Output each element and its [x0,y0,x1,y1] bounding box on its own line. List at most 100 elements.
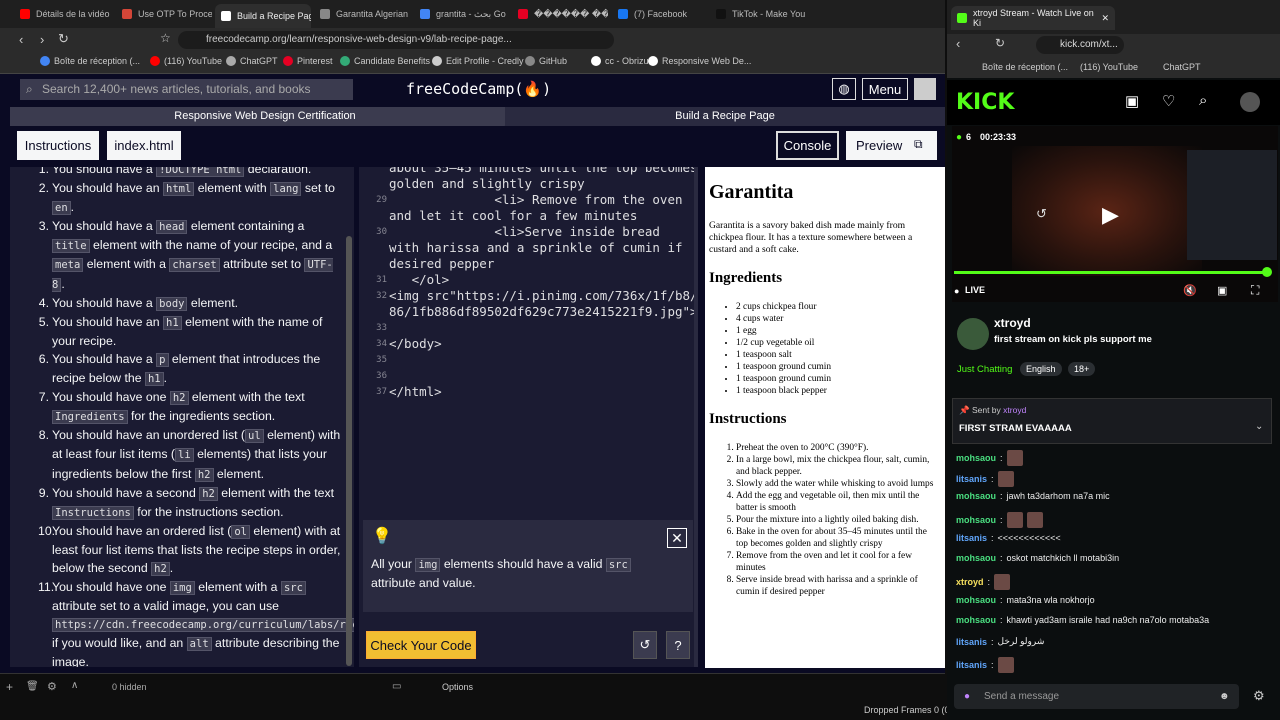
send-message-input[interactable]: ● Send a message ☻ [954,684,1239,709]
rewind-icon[interactable]: ↺ [1036,206,1047,222]
lightbulb-icon: 💡 [372,528,392,545]
right-bookmark-item[interactable]: Boîte de réception (... [982,62,1068,72]
chat-username[interactable]: litsanis [956,660,987,670]
reset-icon[interactable]: ↺ [633,631,657,659]
gear-icon[interactable]: ⚙ [47,680,57,693]
help-icon[interactable]: ? [666,631,690,659]
browser-tab[interactable]: TikTok - Make You [710,4,806,24]
right-reload-icon[interactable]: ↻ [995,36,1005,50]
browser-tab[interactable]: Détails de la vidéo [14,4,112,24]
editor-scrollbar[interactable] [694,167,698,667]
step-text: You should have one [52,390,170,405]
tag-18plus[interactable]: 18+ [1068,362,1096,376]
chat-username[interactable]: mohsaou [956,453,996,463]
chat-username[interactable]: litsanis [956,474,987,484]
up-icon[interactable]: ∧ [71,680,78,691]
instruction-item: In a large bowl, mix the chickpea flour,… [736,454,941,478]
streamer-avatar[interactable] [957,318,989,350]
fcc-search-placeholder: Search 12,400+ news articles, tutorials,… [42,82,311,96]
browser-tab[interactable]: (7) Facebook [612,4,708,24]
reload-icon[interactable]: ↻ [58,31,69,47]
tab-instructions[interactable]: Instructions [17,131,99,160]
theater-icon[interactable]: ▣ [1217,284,1227,297]
bookmark-item[interactable]: ChatGPT [226,56,278,66]
kick-logo[interactable]: KICK [956,90,1014,115]
layout-icon[interactable]: ▭ [392,681,401,692]
stream-title: first stream on kick pls support me [994,334,1152,345]
category-link[interactable]: Just Chatting [957,364,1012,375]
preview-button[interactable]: Preview ⧉ [846,131,937,160]
chat-username[interactable]: litsanis [956,533,987,543]
video-player[interactable]: ● 6 00:23:33 ▶ ↺ ● LIVE 🔇 ▣ ⛶ [952,126,1278,302]
progress-thumb[interactable] [1262,267,1272,277]
chevron-down-icon[interactable]: ⌄ [1255,421,1263,432]
avatar[interactable] [914,78,936,100]
browser-tab[interactable]: Build a Recipe Page [215,4,311,28]
bookmark-item[interactable]: Edit Profile - Credly [432,56,524,66]
browse-icon[interactable]: ▣ [1125,92,1139,110]
tab-index-html[interactable]: index.html [107,131,181,160]
right-back-icon[interactable]: ‹ [956,36,960,51]
options-dropdown[interactable]: Options [442,682,473,692]
bookmark-item[interactable]: (116) YouTube [150,56,222,66]
bookmark-item[interactable]: Candidate Benefits [340,56,430,66]
fcc-search-input[interactable]: ⌕ Search 12,400+ news articles, tutorial… [20,79,353,100]
check-code-button[interactable]: Check Your Code [366,631,476,659]
chat-username[interactable]: xtroyd [956,577,984,587]
fullscreen-icon[interactable]: ⛶ [1251,283,1259,298]
tab-label: grantita - بحث Go [436,8,506,19]
emoji-icon[interactable]: ☻ [1219,684,1230,709]
play-icon[interactable]: ▶ [1102,202,1119,228]
add-icon[interactable]: + [6,680,13,694]
breadcrumb-cert[interactable]: Responsive Web Design Certification [10,107,520,126]
heart-icon[interactable]: ♡ [1162,92,1175,110]
chat-settings-icon[interactable]: ⚙ [1253,688,1265,704]
step-code: en [52,201,71,216]
bookmark-item[interactable]: GitHub [525,56,567,66]
chat-username[interactable]: mohsaou [956,595,996,605]
step-code: Instructions [52,505,134,520]
search-icon-kick[interactable]: ⌕ [1199,92,1207,109]
close-tab-icon[interactable]: ✕ [1101,13,1109,24]
step-code: h1 [144,372,164,387]
bookmark-item[interactable]: Pinterest [283,56,333,66]
chat-colon: : [991,533,994,543]
chat-username[interactable]: litsanis [956,637,987,647]
right-url-input[interactable]: kick.com/xt... [1036,36,1124,54]
chat-username[interactable]: mohsaou [956,515,996,525]
bookmark-item[interactable]: Responsive Web De... [648,56,751,66]
back-icon[interactable]: ‹ [19,32,23,47]
right-bookmark-item[interactable]: (116) YouTube [1080,62,1138,72]
right-tab-kick[interactable]: xtroyd Stream - Watch Live on Ki ✕ [951,6,1115,30]
left-url-input[interactable]: freecodecamp.org/learn/responsive-web-de… [178,31,614,49]
console-button[interactable]: Console [776,131,839,160]
kick-avatar[interactable] [1240,92,1260,112]
browser-tab[interactable]: ������ ��� [512,4,608,24]
instructions-scrollbar[interactable] [346,236,352,666]
right-bookmark-item[interactable]: ChatGPT [1163,62,1201,72]
chat-message: mohsaou: khawti yad3am israile had na9ch … [956,615,1209,625]
language-globe-icon[interactable]: ◍ [832,78,856,100]
video-progress[interactable] [954,271,1266,274]
chat-username[interactable]: mohsaou [956,615,996,625]
bookmark-star-icon[interactable]: ☆ [160,31,171,45]
browser-tab[interactable]: Garantita Algerian [314,4,410,24]
bookmark-item[interactable]: cc - Obrizum [591,56,656,66]
trash-icon[interactable]: 🗑 [26,681,39,692]
streamer-name[interactable]: xtroyd [994,316,1031,330]
chat-username[interactable]: mohsaou [956,553,996,563]
bookmark-item[interactable]: Boîte de réception (... [40,56,140,66]
menu-button[interactable]: Menu [862,78,908,100]
browser-tab[interactable]: grantita - بحث Go [414,4,510,24]
chat-username[interactable]: mohsaou [956,491,996,501]
breadcrumb-lab[interactable]: Build a Recipe Page [505,107,945,126]
line-number: 31 [376,275,387,285]
fcc-logo[interactable]: freeCodeCamp(🔥) [406,80,551,98]
tag-english[interactable]: English [1020,362,1062,376]
mute-icon[interactable]: 🔇 [1183,284,1197,297]
forward-icon[interactable]: › [40,32,44,47]
close-hint-button[interactable]: ✕ [667,528,687,548]
step-code: h1 [163,315,182,330]
browser-tab[interactable]: Use OTP To Proceed [116,4,212,24]
chat-colon: : [991,636,994,647]
